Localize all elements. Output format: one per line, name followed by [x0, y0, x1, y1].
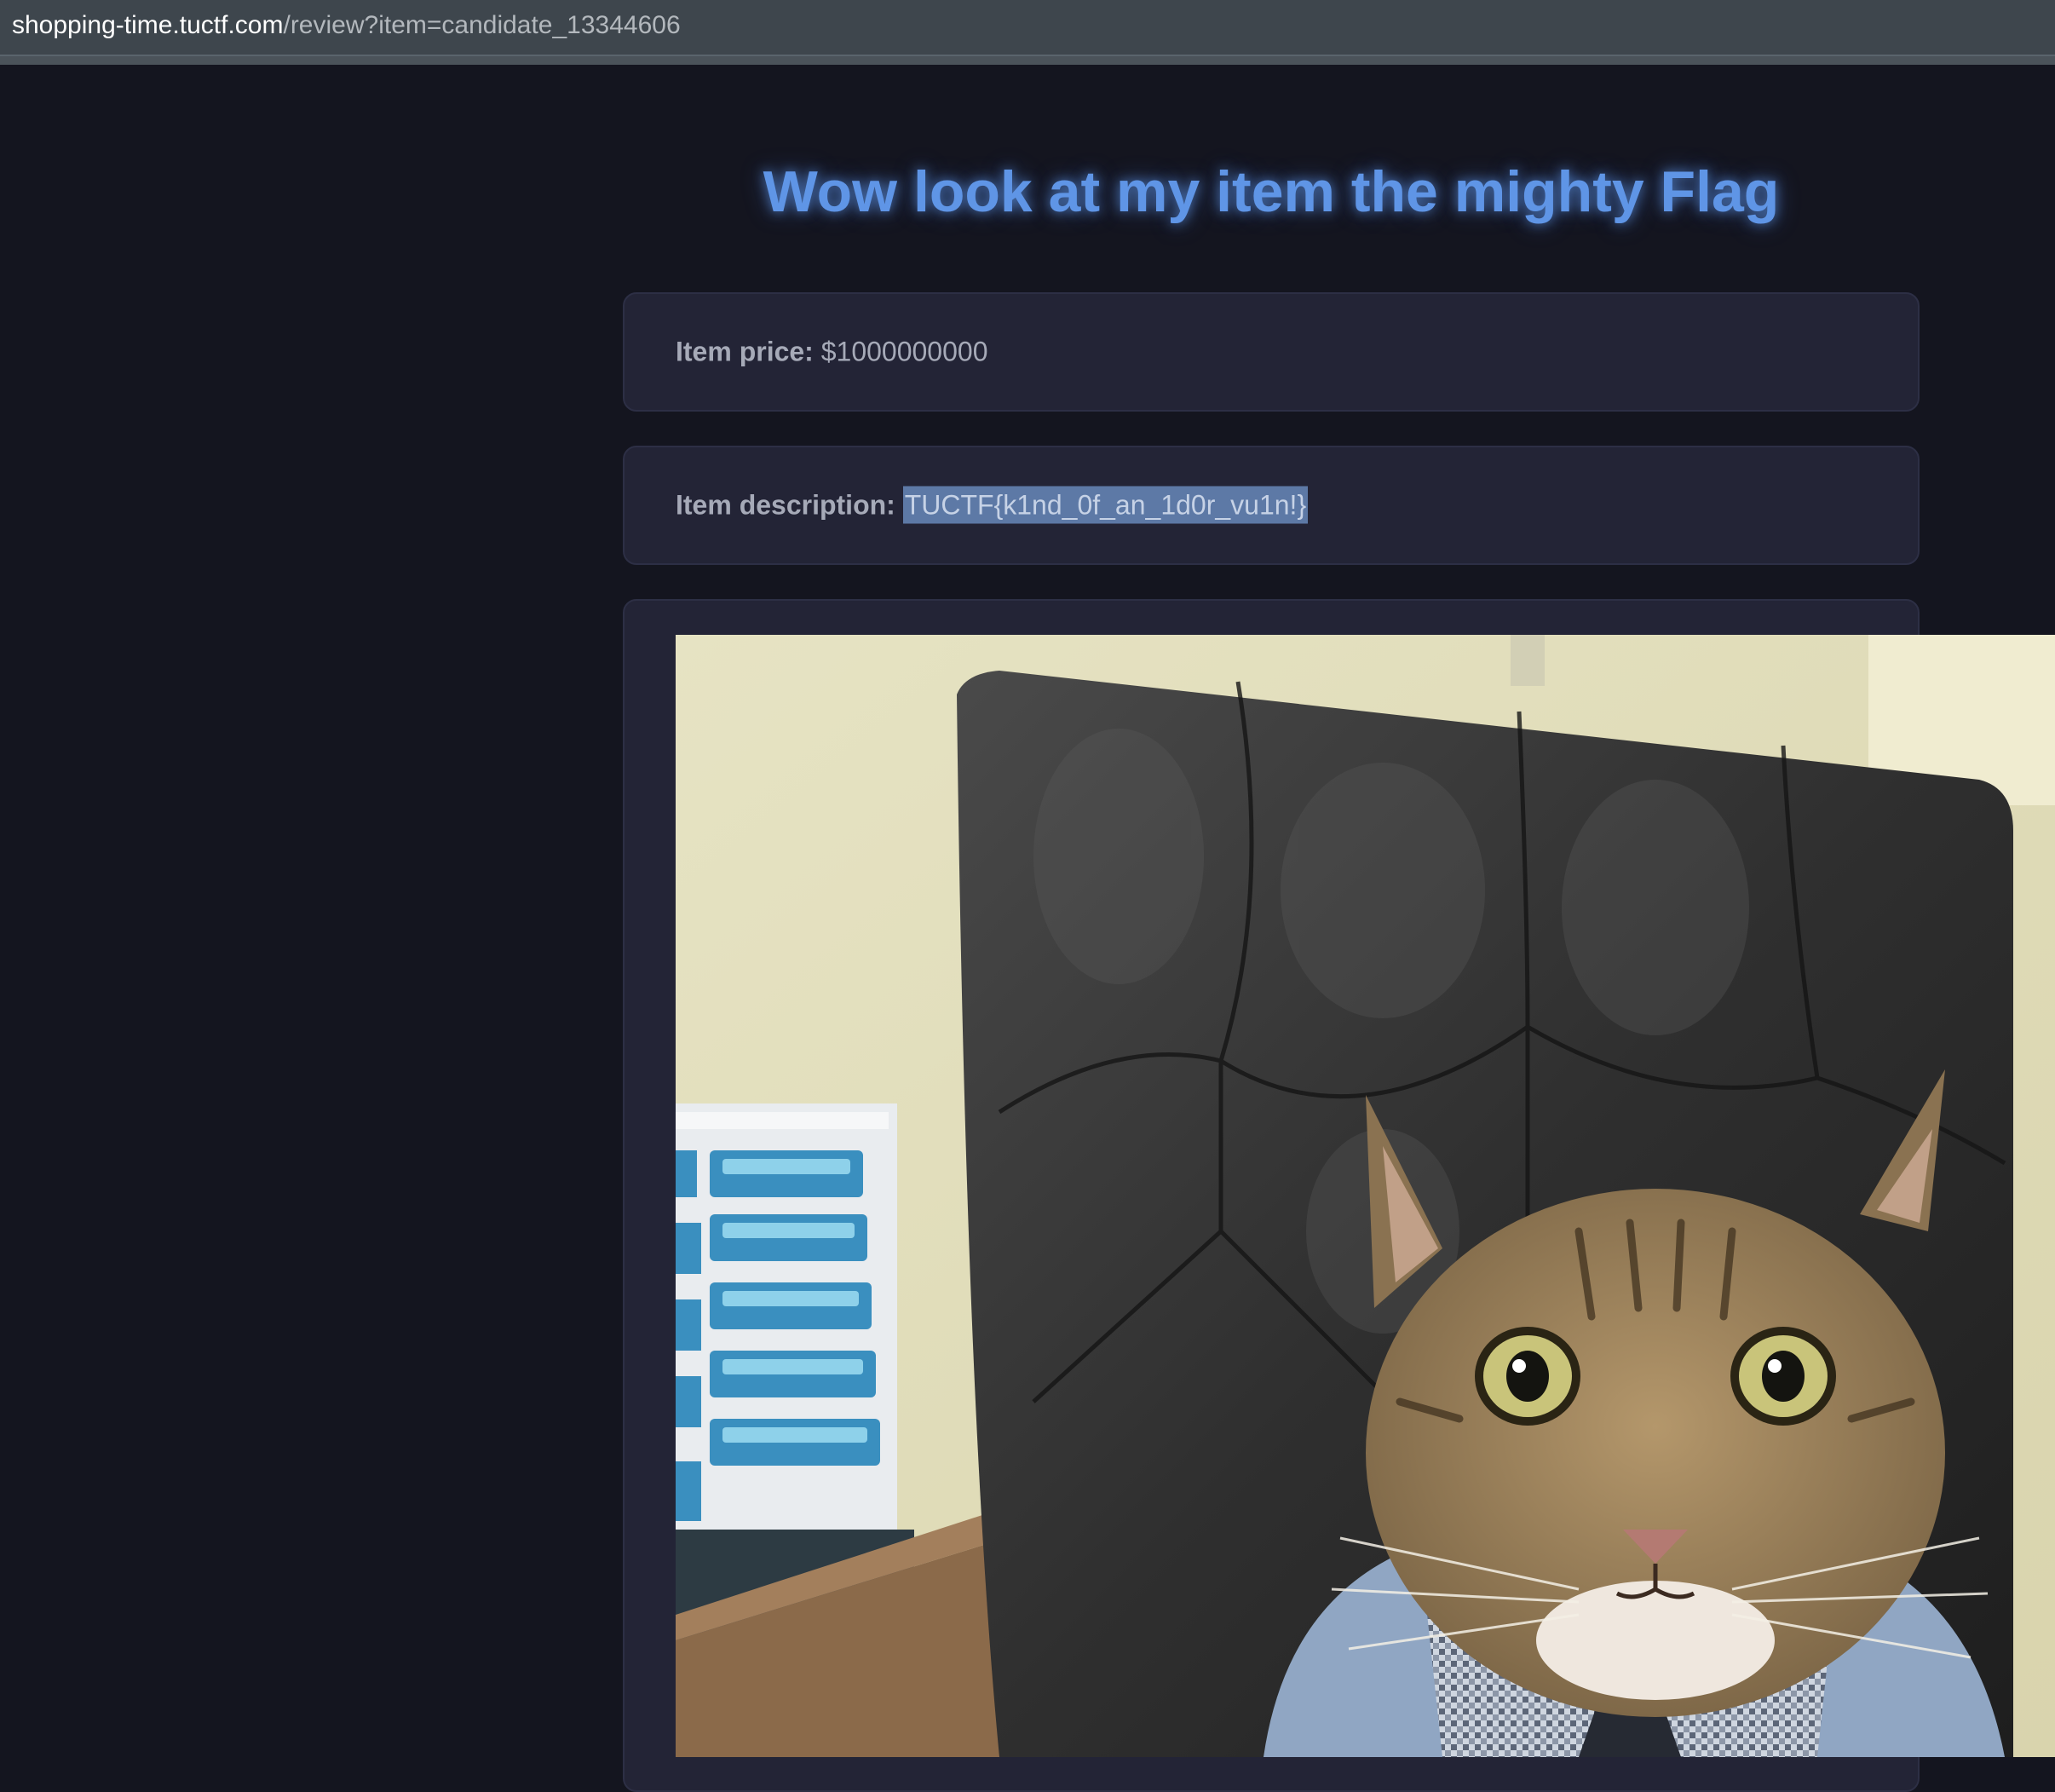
price-row: Item price: $1000000000: [676, 337, 987, 368]
item-photo: [676, 635, 2055, 1757]
price-value: $1000000000: [820, 336, 988, 367]
address-bar[interactable]: shopping-time.tuctf.com/review?item=cand…: [0, 0, 2055, 55]
toolbar-divider: [0, 55, 2055, 65]
cat-photo-image: [676, 635, 2055, 1757]
price-card: Item price: $1000000000: [623, 292, 1920, 412]
description-row: Item description: TUCTF{k1nd_0f_an_1d0r_…: [676, 486, 1309, 524]
description-value[interactable]: TUCTF{k1nd_0f_an_1d0r_vu1n!}: [902, 486, 1309, 524]
description-label: Item description:: [676, 489, 895, 521]
price-label: Item price:: [676, 336, 814, 367]
page-title: Wow look at my item the mighty Flag: [763, 159, 1780, 224]
url-path: /review?item=candidate_13344606: [283, 11, 681, 39]
url-host: shopping-time.tuctf.com: [12, 11, 284, 39]
description-card: Item description: TUCTF{k1nd_0f_an_1d0r_…: [623, 446, 1920, 565]
